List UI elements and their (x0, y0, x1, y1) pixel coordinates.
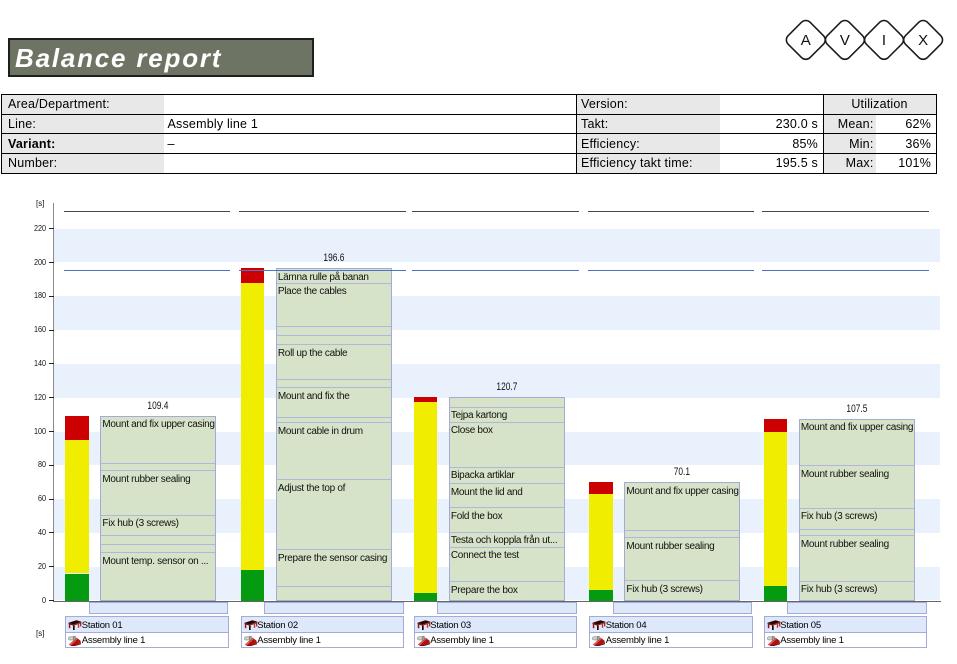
svg-text:X: X (918, 32, 928, 49)
svg-text:I: I (882, 32, 886, 49)
svg-text:A: A (801, 32, 811, 49)
svg-text:V: V (840, 32, 850, 49)
